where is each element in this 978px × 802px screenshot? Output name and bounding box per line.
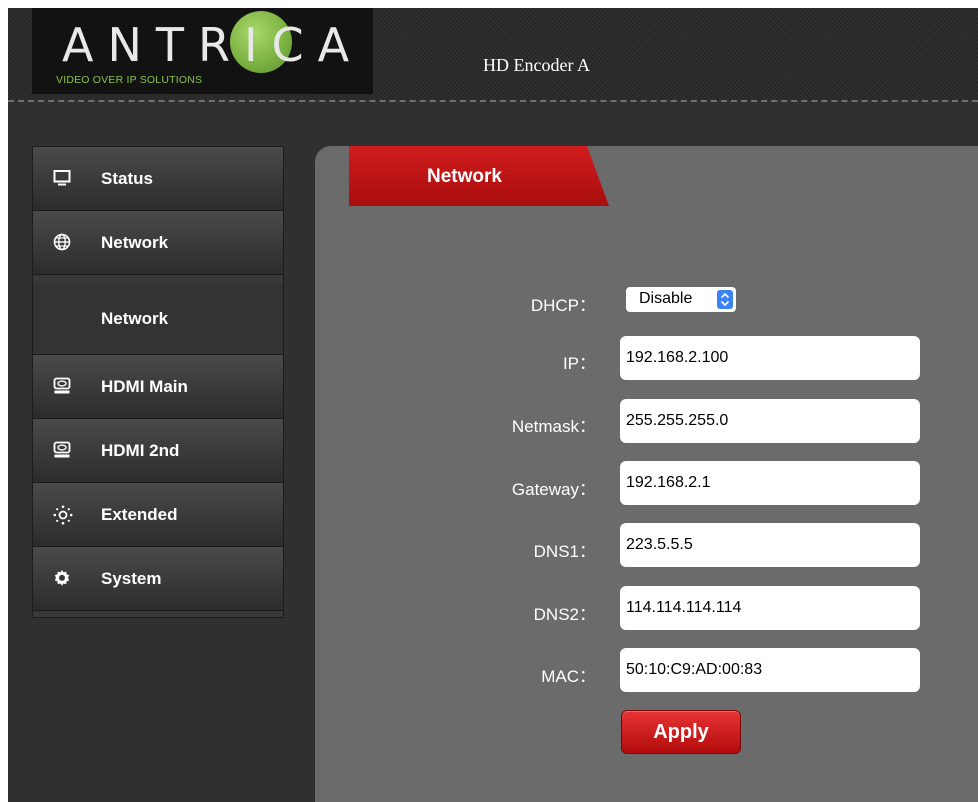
- sidebar-subitem-network[interactable]: Network: [33, 283, 283, 355]
- antrica-logo: ANTRICA VIDEO OVER IP SOLUTIONS: [32, 8, 373, 94]
- gateway-label: Gateway：: [511, 480, 596, 499]
- sidebar: Status Network Network HDMI Main HDMI 2n…: [32, 146, 284, 618]
- sidebar-item-status[interactable]: Status: [33, 147, 283, 211]
- select-arrows-icon: [717, 290, 733, 309]
- tab-network[interactable]: Network: [349, 146, 609, 206]
- gear-icon: [53, 569, 71, 587]
- sidebar-item-label: System: [101, 569, 162, 588]
- sidebar-item-label: Network: [101, 233, 169, 252]
- dns1-label: DNS1：: [533, 542, 596, 561]
- globe-icon: [53, 233, 71, 251]
- netmask-input[interactable]: [620, 399, 920, 443]
- app-window: ANTRICA VIDEO OVER IP SOLUTIONS HD Encod…: [8, 8, 978, 802]
- sidebar-item-label: Status: [101, 169, 153, 188]
- sidebar-item-label: HDMI Main: [101, 377, 188, 396]
- sidebar-item-hdmi-2nd[interactable]: HDMI 2nd: [33, 419, 283, 483]
- netmask-label: Netmask：: [511, 417, 596, 436]
- mac-label: MAC：: [541, 667, 596, 686]
- dns2-label: DNS2：: [533, 605, 596, 624]
- sidebar-item-label: Network: [101, 309, 169, 328]
- logo-text: ANTRICA: [62, 18, 364, 72]
- header: ANTRICA VIDEO OVER IP SOLUTIONS HD Encod…: [8, 8, 978, 102]
- tab-label: Network: [427, 166, 502, 187]
- dns2-input[interactable]: [620, 586, 920, 630]
- sidebar-item-network[interactable]: Network: [33, 211, 283, 275]
- main-panel: Network DHCP： Disable IP： Netmask： Gatew…: [315, 146, 978, 802]
- sidebar-item-system[interactable]: System: [33, 547, 283, 611]
- sidebar-item-extended[interactable]: Extended: [33, 483, 283, 547]
- mac-input[interactable]: [620, 648, 920, 692]
- hdmi-device-icon: [53, 377, 71, 395]
- ip-input[interactable]: [620, 336, 920, 380]
- sidebar-item-hdmi-main[interactable]: HDMI Main: [33, 355, 283, 419]
- hdmi-device-icon: [53, 441, 71, 459]
- dhcp-label: DHCP：: [530, 296, 596, 315]
- device-name: HD Encoder A: [483, 55, 590, 75]
- gateway-input[interactable]: [620, 461, 920, 505]
- monitor-icon: [53, 169, 71, 187]
- header-divider: [8, 100, 978, 102]
- apply-button[interactable]: Apply: [621, 710, 741, 754]
- sidebar-item-label: HDMI 2nd: [101, 441, 180, 460]
- logo-tagline: VIDEO OVER IP SOLUTIONS: [56, 74, 203, 86]
- dotted-gear-icon: [53, 505, 73, 525]
- dhcp-selected-value: Disable: [639, 290, 693, 307]
- ip-label: IP：: [562, 354, 596, 373]
- sidebar-item-label: Extended: [101, 505, 178, 524]
- dns1-input[interactable]: [620, 523, 920, 567]
- dhcp-select[interactable]: Disable: [626, 287, 736, 312]
